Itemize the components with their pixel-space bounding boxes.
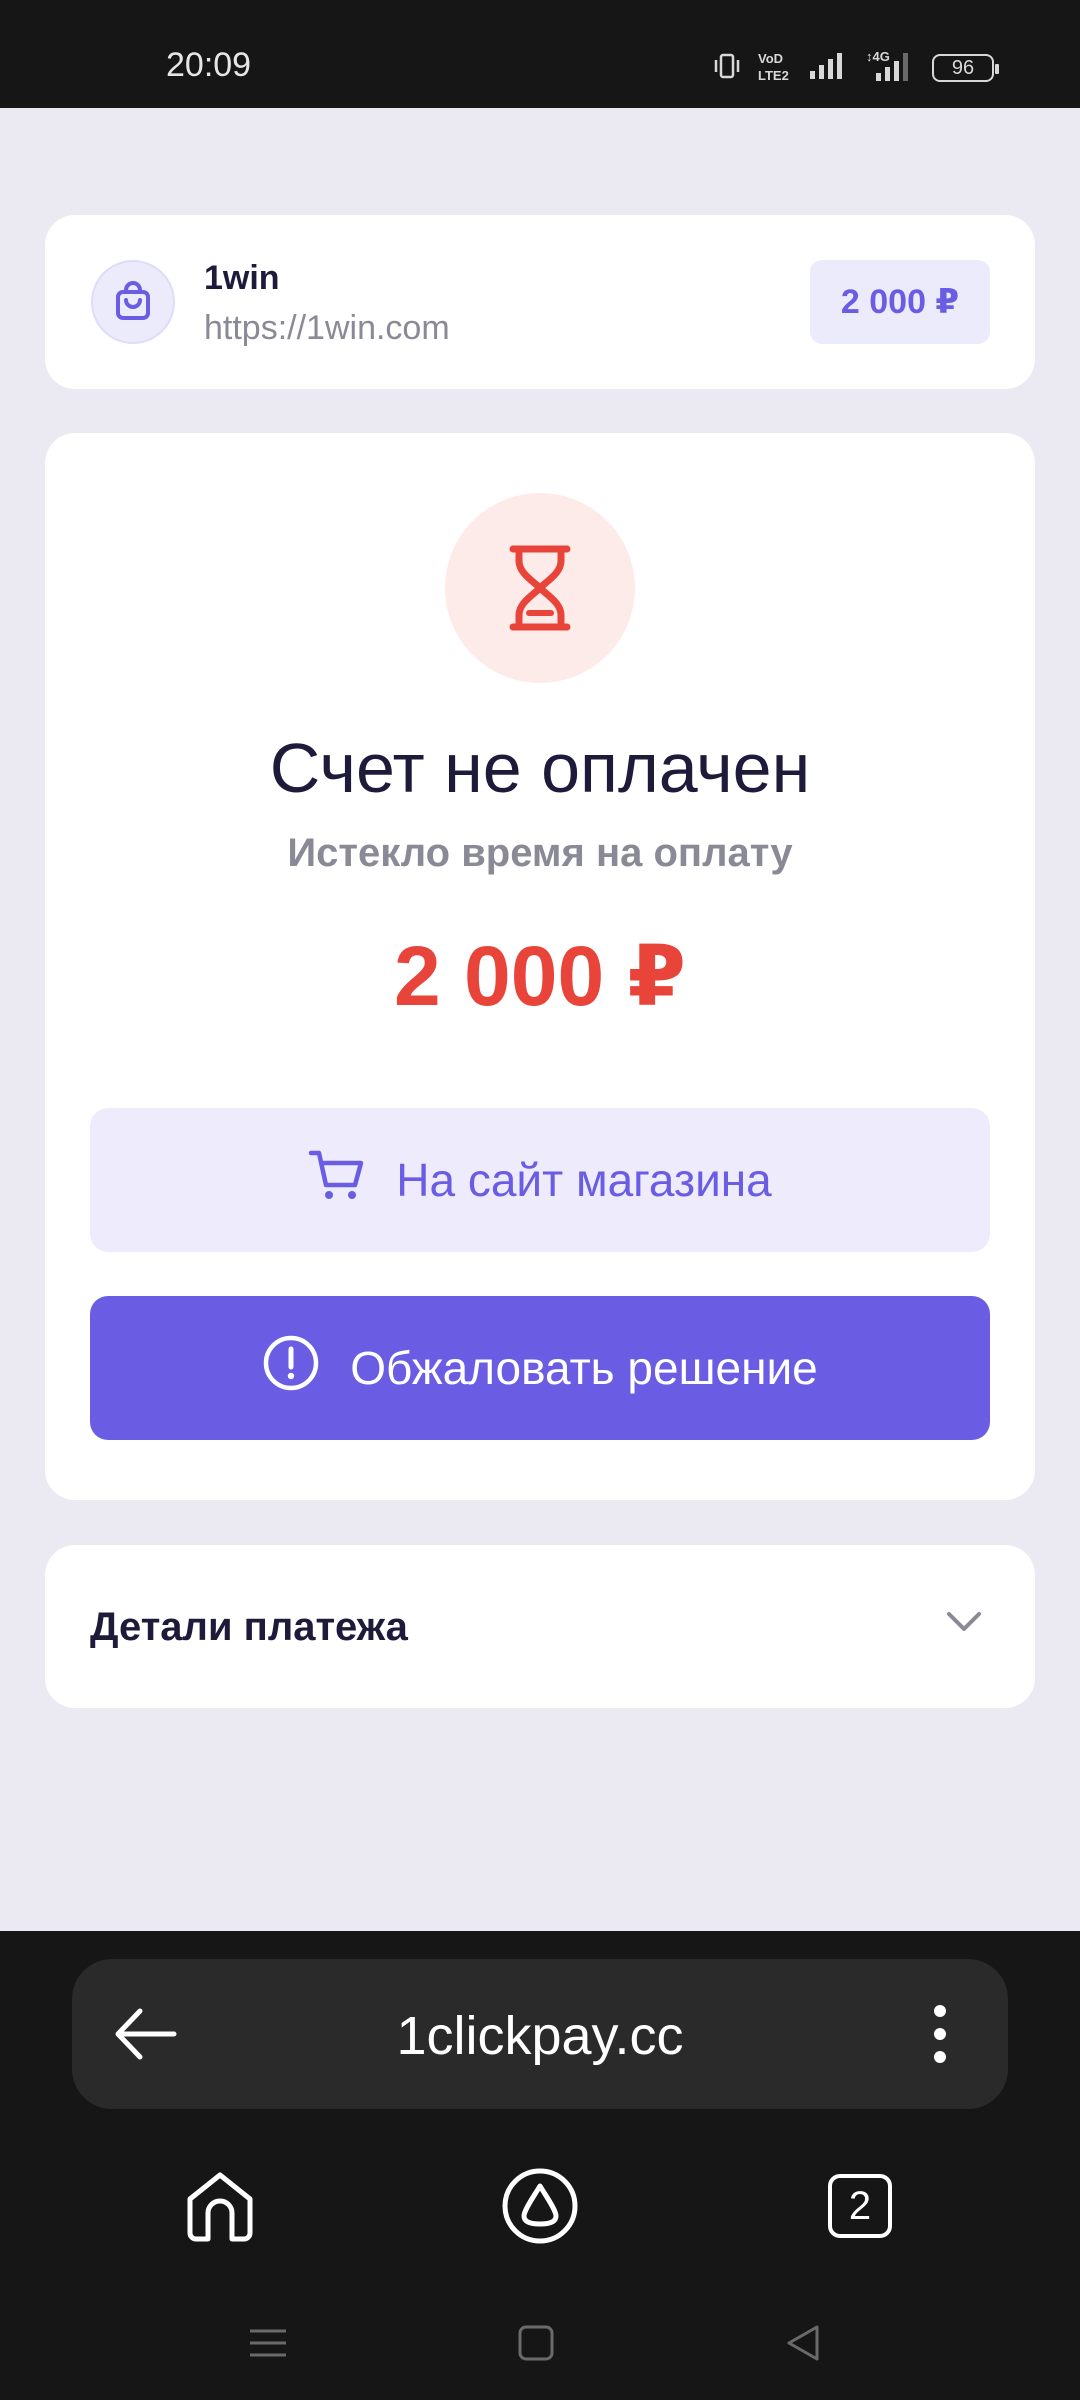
payment-status-card: Счет не оплачен Истекло время на оплату … (45, 433, 1035, 1500)
merchant-url: https://1win.com (204, 309, 450, 347)
home-square-icon[interactable] (496, 2303, 576, 2383)
system-navigation-bar (0, 2303, 1080, 2383)
payment-details-toggle[interactable]: Детали платежа (45, 1545, 1035, 1708)
signal-icon (808, 51, 848, 86)
recent-apps-icon[interactable] (228, 2303, 308, 2383)
svg-text:VoD: VoD (758, 51, 783, 66)
cart-icon (308, 1147, 366, 1214)
address-url[interactable]: 1clickpay.cc (72, 2005, 1008, 2067)
appeal-decision-button[interactable]: Обжаловать решение (90, 1296, 990, 1440)
shopping-bag-icon (91, 260, 175, 344)
payment-page: 1win https://1win.com 2 000 ₽ Счет не оп… (0, 108, 1080, 1931)
hourglass-icon (445, 493, 635, 683)
store-site-button[interactable]: На сайт магазина (90, 1108, 990, 1252)
browser-nav-row: 2 (0, 2151, 1080, 2261)
svg-text:↕4G: ↕4G (866, 49, 890, 64)
store-site-button-label: На сайт магазина (396, 1154, 772, 1206)
chevron-down-icon (945, 1609, 983, 1640)
merchant-card: 1win https://1win.com 2 000 ₽ (45, 215, 1035, 389)
svg-text:LTE2: LTE2 (758, 68, 789, 83)
vibrate-icon (712, 51, 742, 86)
status-title: Счет не оплачен (269, 729, 811, 807)
status-subtitle: Истекло время на оплату (287, 831, 793, 875)
status-bar: 20:09 VoD LTE2 ↕4G 96 (0, 0, 1080, 108)
status-icons: VoD LTE2 ↕4G 96 (712, 48, 999, 88)
battery-level: 96 (951, 56, 975, 79)
merchant-amount-chip: 2 000 ₽ (810, 260, 990, 344)
alice-assistant-icon[interactable] (485, 2151, 595, 2261)
battery-icon: 96 (932, 54, 999, 82)
browser-toolbar: 1clickpay.cc 2 (0, 1931, 1080, 2400)
back-triangle-icon[interactable] (763, 2303, 843, 2383)
4g-signal-icon: ↕4G (862, 49, 918, 88)
address-bar[interactable]: 1clickpay.cc (72, 1959, 1008, 2109)
status-amount: 2 000 ₽ (394, 929, 686, 1023)
payment-details-label: Детали платежа (90, 1605, 408, 1649)
tabs-count: 2 (828, 2174, 892, 2238)
status-time: 20:09 (166, 46, 252, 84)
tabs-button[interactable]: 2 (805, 2151, 915, 2261)
appeal-decision-button-label: Обжаловать решение (350, 1342, 818, 1394)
alert-circle-icon (262, 1334, 320, 1403)
volte-icon: VoD LTE2 (756, 49, 794, 88)
home-icon[interactable] (165, 2151, 275, 2261)
merchant-name: 1win (204, 259, 280, 297)
more-menu-icon[interactable] (930, 2001, 950, 2072)
